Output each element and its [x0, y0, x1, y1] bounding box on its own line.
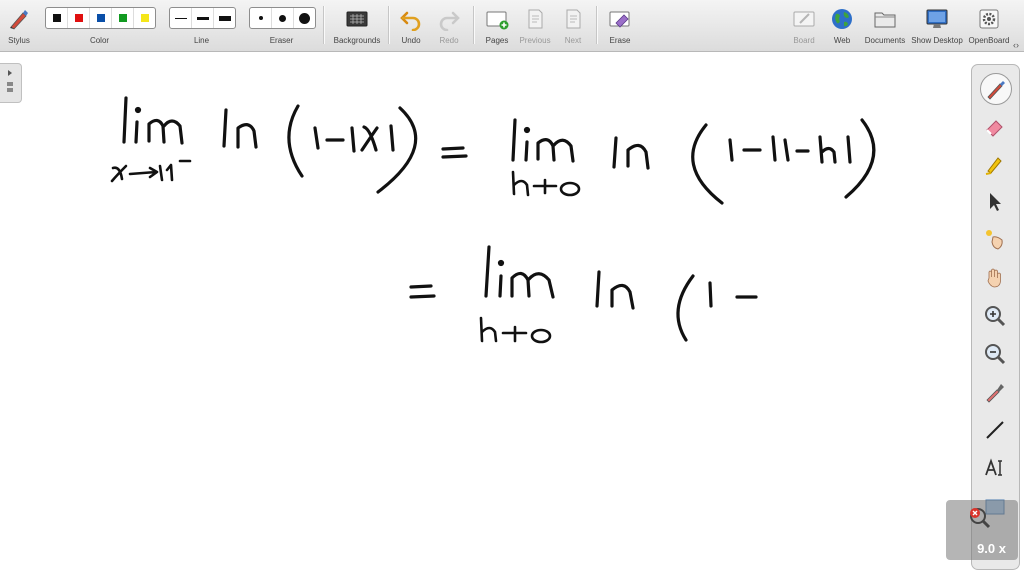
line-thin-option[interactable] — [170, 8, 192, 28]
ink-subscript-h-to-0-1 — [511, 170, 581, 197]
text-tool[interactable] — [979, 452, 1011, 484]
line-width-group — [169, 7, 236, 29]
next-label: Next — [564, 36, 582, 45]
ink-subscript-x-to-1-minus — [110, 159, 192, 183]
color-black-swatch[interactable] — [46, 8, 68, 28]
whiteboard-canvas[interactable] — [0, 52, 1024, 576]
line-thick-option[interactable] — [214, 8, 235, 28]
undo-icon — [400, 11, 421, 31]
gear-icon — [979, 9, 999, 29]
eraser-tool[interactable] — [979, 110, 1011, 142]
color-yellow-swatch[interactable] — [134, 8, 155, 28]
ink-lim-3 — [484, 245, 555, 299]
erase-board-icon — [609, 11, 630, 28]
hand-tool[interactable] — [979, 262, 1011, 294]
web-label: Web — [833, 36, 851, 45]
ink-ln-2 — [612, 136, 650, 170]
globe-icon — [832, 9, 852, 29]
toolbar-separator — [596, 6, 598, 44]
pen-tool[interactable] — [980, 73, 1012, 105]
show-desktop-label: Show Desktop — [911, 36, 963, 45]
board-label: Board — [793, 36, 815, 45]
backgrounds-icon — [346, 11, 368, 27]
zoom-magnifier-icon — [970, 508, 991, 529]
stylus-label: Stylus — [8, 36, 30, 45]
previous-label: Previous — [519, 36, 551, 45]
ink-lim-2 — [511, 118, 575, 163]
ink-expression-3 — [676, 274, 758, 342]
eraser-large-option[interactable] — [294, 8, 315, 28]
zoom-level: 9.0 x — [977, 541, 1006, 556]
zoom-in-icon — [985, 306, 1006, 327]
eraser-size-group — [249, 7, 316, 29]
eraser-icon — [986, 120, 1003, 137]
main-toolbar: Stylus Color Line Eraser Backgrounds Und — [0, 0, 1024, 52]
line-icon — [986, 421, 1004, 439]
folder-icon — [874, 12, 896, 28]
next-page-icon — [566, 9, 581, 29]
redo-icon — [439, 11, 460, 31]
pointer-icon — [990, 193, 1001, 211]
highlighter-tool[interactable] — [979, 148, 1011, 180]
erase-label: Erase — [609, 36, 631, 45]
ink-ln-3 — [595, 270, 635, 310]
stylus-palette — [971, 64, 1020, 570]
color-picker-group — [45, 7, 156, 29]
laser-pointer-icon — [986, 230, 1003, 250]
redo-label: Redo — [439, 36, 459, 45]
eraser-small-option[interactable] — [250, 8, 272, 28]
hand-icon — [987, 268, 1001, 288]
eraser-label: Eraser — [269, 36, 294, 45]
highlighter-icon — [985, 157, 1002, 175]
pages-label: Pages — [485, 36, 509, 45]
zoom-out-icon — [985, 344, 1006, 365]
stylus-icon — [10, 10, 28, 30]
ink-ln-1 — [222, 108, 258, 149]
ink-expression-2 — [691, 118, 876, 205]
line-label: Line — [193, 36, 210, 45]
color-picker-tool[interactable] — [979, 376, 1011, 408]
color-picker-icon — [986, 384, 1004, 403]
toolbar-separator — [473, 6, 475, 44]
color-blue-swatch[interactable] — [90, 8, 112, 28]
color-green-swatch[interactable] — [112, 8, 134, 28]
pen-icon — [987, 81, 1005, 100]
laser-pointer-tool[interactable] — [979, 224, 1011, 256]
ink-subscript-h-to-0-2 — [479, 316, 552, 344]
more-tools-chevron-icon[interactable]: ‹› — [1013, 40, 1019, 50]
zoom-in-tool[interactable] — [979, 300, 1011, 332]
line-tool[interactable] — [979, 414, 1011, 446]
zoom-indicator: 9.0 x — [946, 500, 1018, 560]
eraser-medium-option[interactable] — [272, 8, 294, 28]
backgrounds-label: Backgrounds — [333, 36, 381, 45]
ink-equals-2 — [409, 284, 436, 299]
color-label: Color — [89, 36, 110, 45]
toolbar-separator — [388, 6, 390, 44]
desktop-icon — [926, 9, 948, 28]
ink-expression-1 — [287, 104, 418, 194]
text-icon — [985, 458, 1002, 476]
undo-label: Undo — [401, 36, 421, 45]
documents-label: Documents — [864, 36, 906, 45]
line-medium-option[interactable] — [192, 8, 214, 28]
add-page-icon — [486, 11, 509, 30]
openboard-label: OpenBoard — [968, 36, 1010, 45]
ink-equals-1 — [441, 146, 468, 159]
color-red-swatch[interactable] — [68, 8, 90, 28]
selector-tool[interactable] — [979, 186, 1011, 218]
ink-lim-1 — [122, 96, 184, 145]
zoom-out-tool[interactable] — [979, 338, 1011, 370]
board-icon — [793, 11, 815, 27]
toolbar-separator — [323, 6, 325, 44]
previous-page-icon — [528, 9, 543, 29]
